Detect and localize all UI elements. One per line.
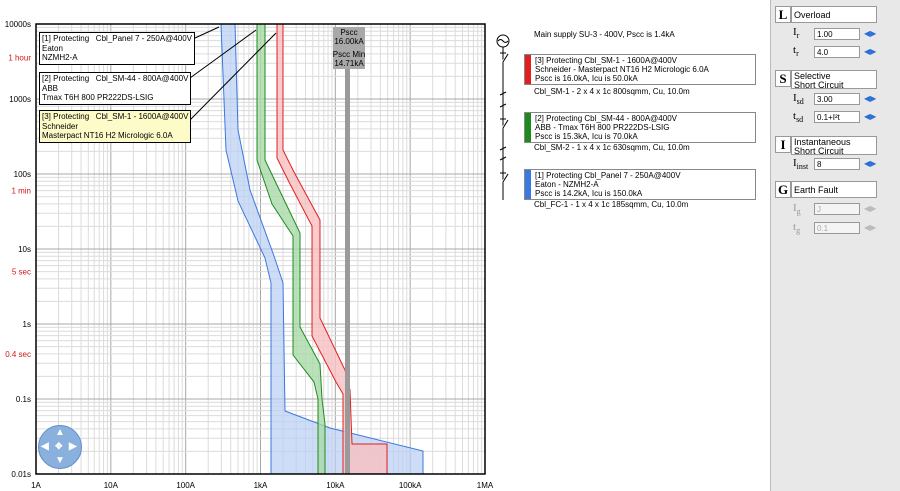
y-tick-label: 1000s bbox=[9, 95, 31, 104]
y-tick-label: 1 min bbox=[11, 187, 31, 196]
tr-input[interactable]: 4.0 bbox=[814, 46, 860, 58]
inst-spinner-icon[interactable]: ◀▶ bbox=[864, 159, 876, 168]
x-tick-label: 100kA bbox=[399, 481, 422, 490]
pan-up-icon[interactable]: ▲ bbox=[55, 427, 65, 438]
x-axis-labels: 1A 10A 100A 1kA 10kA 100kA 1MA bbox=[31, 481, 494, 490]
device-color-bar bbox=[525, 55, 531, 84]
isd-label: Isd bbox=[793, 92, 804, 107]
x-tick-label: 10kA bbox=[326, 481, 345, 490]
label-sm44[interactable]: [2] Protecting Cbl_SM-44 - 800A@400V ABB… bbox=[39, 72, 192, 105]
pscc-label: 16.00kA bbox=[334, 37, 364, 46]
device-line: ABB - Tmax T6H 800 PR222DS-LSIG bbox=[535, 123, 670, 132]
device-line: Schneider - Masterpact NT16 H2 Micrologi… bbox=[535, 65, 709, 74]
y-tick-label: 5 sec bbox=[12, 268, 31, 277]
y-tick-label: 1 hour bbox=[8, 53, 31, 62]
isd-input[interactable]: 3.00 bbox=[814, 93, 860, 105]
earth-fault-title: Earth Fault bbox=[791, 181, 877, 198]
pan-left-icon[interactable]: ◀ bbox=[41, 441, 49, 452]
ig-input[interactable]: J bbox=[814, 203, 860, 215]
leader-line bbox=[194, 26, 220, 39]
tsd-spinner-icon[interactable]: ◀▶ bbox=[864, 112, 876, 121]
cable-label: Cbl_FC-1 - 1 x 4 x 1c 185sqmm, Cu, 10.0m bbox=[534, 200, 689, 209]
pan-right-icon[interactable]: ▶ bbox=[69, 441, 77, 452]
ig-label: Ig bbox=[793, 202, 801, 217]
device-sm44[interactable]: [2] Protecting Cbl_SM-44 - 800A@400V ABB… bbox=[524, 112, 756, 143]
device-line: Pscc is 14.2kA, Icu is 150.0kA bbox=[535, 189, 643, 198]
cable-label: Cbl_SM-1 - 2 x 4 x 1c 800sqmm, Cu, 10.0m bbox=[534, 87, 690, 96]
y-tick-label: 0.01s bbox=[11, 470, 31, 479]
selective-letter: S bbox=[775, 70, 791, 87]
y-axis-labels: 10000s 1 hour 1000s 100s 1 min 10s 5 sec 1s 0.4 … bbox=[5, 20, 32, 479]
device-line: [3] Protecting Cbl_SM-1 - 1600A@400V bbox=[535, 56, 677, 65]
pscc-min-label: 14.71kA bbox=[334, 59, 364, 68]
isd-spinner-icon[interactable]: ◀▶ bbox=[864, 94, 876, 103]
device-line: Pscc is 16.0kA, Icu is 50.0kA bbox=[535, 74, 638, 83]
settings-panel: L Overload Ir 1.00 ◀▶ tr 4.0 ◀▶ S Select… bbox=[770, 0, 900, 491]
device-line: Eaton - NZMH2-A bbox=[535, 180, 599, 189]
device-line: [2] Protecting Cbl_SM-44 - 800A@400V bbox=[535, 114, 677, 123]
tr-spinner-icon[interactable]: ◀▶ bbox=[864, 47, 876, 56]
ir-spinner-icon[interactable]: ◀▶ bbox=[864, 29, 876, 38]
inst-input[interactable]: 8 bbox=[814, 158, 860, 170]
x-tick-label: 1kA bbox=[254, 481, 268, 490]
pscc-lines: Pscc16.00kA Pscc Min14.71kA bbox=[333, 27, 365, 474]
overload-letter: L bbox=[775, 6, 791, 23]
pan-center-icon[interactable]: ✥ bbox=[55, 441, 63, 452]
inst-label: Iinst bbox=[793, 157, 809, 172]
y-tick-label: 10s bbox=[18, 245, 31, 254]
main-supply-label: Main supply SU-3 - 400V, Pscc is 1.4kA bbox=[534, 30, 675, 39]
tg-input[interactable]: 0.1 bbox=[814, 222, 860, 234]
device-line: Pscc is 15.3kA, Icu is 70.0kA bbox=[535, 132, 638, 141]
single-line-diagram bbox=[496, 34, 510, 200]
device-sm1[interactable]: [3] Protecting Cbl_SM-1 - 1600A@400V Sch… bbox=[524, 54, 756, 85]
y-tick-label: 100s bbox=[14, 170, 31, 179]
x-tick-label: 1A bbox=[31, 481, 41, 490]
tr-label: tr bbox=[793, 44, 799, 59]
device-color-bar bbox=[525, 113, 531, 142]
x-tick-label: 10A bbox=[104, 481, 119, 490]
x-tick-label: 1MA bbox=[477, 481, 494, 490]
device-panel7[interactable]: [1] Protecting Cbl_Panel 7 - 250A@400V E… bbox=[524, 169, 756, 200]
pscc-min-line bbox=[345, 55, 350, 474]
instantaneous-letter: I bbox=[775, 136, 791, 153]
pscc-label: Pscc bbox=[340, 28, 357, 37]
tg-spinner-icon[interactable]: ◀▶ bbox=[864, 223, 876, 232]
device-line: [1] Protecting Cbl_Panel 7 - 250A@400V bbox=[535, 171, 681, 180]
tsd-label: tsd bbox=[793, 110, 804, 125]
ir-input[interactable]: 1.00 bbox=[814, 28, 860, 40]
y-tick-label: 0.4 sec bbox=[5, 350, 31, 359]
label-panel7[interactable]: [1] Protecting Cbl_Panel 7 - 250A@400V E… bbox=[39, 32, 195, 65]
device-color-bar bbox=[525, 170, 531, 199]
pscc-min-label: Pscc Min bbox=[333, 50, 365, 59]
y-tick-label: 1s bbox=[23, 320, 31, 329]
selective-title: Selective Short Circuit bbox=[791, 70, 877, 90]
earth-fault-letter: G bbox=[775, 181, 791, 198]
tg-label: tg bbox=[793, 221, 801, 236]
x-tick-label: 100A bbox=[176, 481, 195, 490]
y-tick-label: 0.1s bbox=[16, 395, 31, 404]
ig-spinner-icon[interactable]: ◀▶ bbox=[864, 204, 876, 213]
overload-title: Overload bbox=[791, 6, 877, 23]
label-sm1[interactable]: [3] Protecting Cbl_SM-1 - 1600A@400V Sch… bbox=[39, 110, 192, 143]
pan-down-icon[interactable]: ▼ bbox=[55, 455, 65, 466]
pan-navigation-control[interactable]: ▲ ▼ ◀ ▶ ✥ bbox=[38, 425, 82, 469]
tsd-input[interactable]: 0.1+I²t bbox=[814, 111, 860, 123]
y-tick-label: 10000s bbox=[5, 20, 31, 29]
instantaneous-title: Instantaneous Short Circuit bbox=[791, 136, 877, 156]
cable-label: Cbl_SM-2 - 1 x 4 x 1c 630sqmm, Cu, 10.0m bbox=[534, 143, 690, 152]
ir-label: Ir bbox=[793, 26, 800, 41]
